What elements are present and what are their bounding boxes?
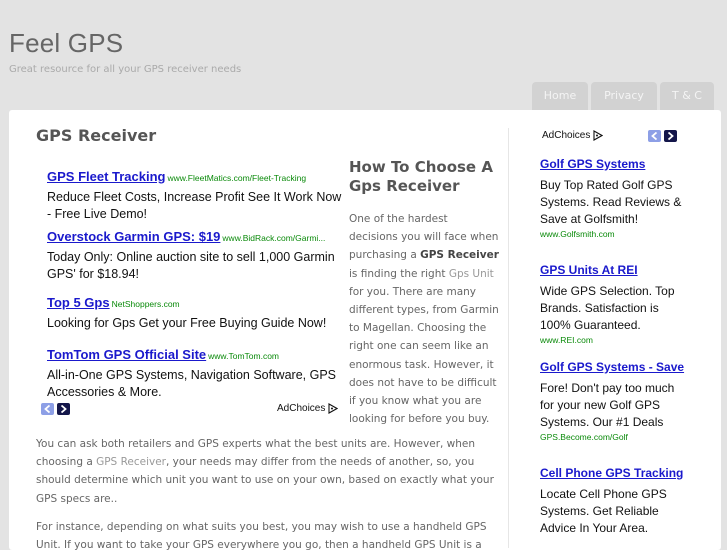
ad-next-button[interactable] xyxy=(57,403,70,415)
content-panel: GPS Receiver GPS Fleet Tracking www.Fleet… xyxy=(9,110,721,550)
post-title: GPS Receiver xyxy=(36,126,157,145)
sidebar-ad-url[interactable]: www.REI.com xyxy=(540,335,690,345)
sidebar-ad-text: Locate Cell Phone GPS Systems. Get Relia… xyxy=(540,487,667,535)
column-divider xyxy=(508,128,509,548)
gps-receiver-link[interactable]: GPS Receiver xyxy=(96,456,166,468)
chevron-left-icon xyxy=(651,132,658,140)
ad-item[interactable]: Top 5 Gps NetShoppers.com Looking for Gps… xyxy=(47,294,347,332)
nav-home[interactable]: Home xyxy=(532,82,588,110)
adchoices-label: AdChoices xyxy=(542,130,591,141)
sidebar-ad-text: Fore! Don't pay too much for your new Go… xyxy=(540,381,675,429)
ad-item[interactable]: Overstock Garmin GPS: $19 www.BidRack.com… xyxy=(47,228,347,283)
ad-title[interactable]: TomTom GPS Official Site xyxy=(47,347,206,362)
ad-text: Looking for Gps Get your Free Buying Gui… xyxy=(47,316,327,330)
keyword-bold: GPS Receiver xyxy=(420,249,499,262)
sidebar-ad-item[interactable]: GPS Units At REI Wide GPS Selection. Top… xyxy=(540,262,690,345)
article-side-heading: How To Choose A Gps Receiver xyxy=(349,158,493,195)
ad-text: Reduce Fleet Costs, Increase Profit See … xyxy=(47,190,342,221)
sidebar-ad-url[interactable]: GPS.Become.com/Golf xyxy=(540,432,690,442)
gps-unit-link[interactable]: Gps Unit xyxy=(449,268,494,280)
sidebar-ad-item[interactable]: Golf GPS Systems - Save Fore! Don't pay … xyxy=(540,359,690,442)
site-title[interactable]: Feel GPS xyxy=(9,28,123,59)
sidebar-ad-title[interactable]: Golf GPS Systems xyxy=(540,156,690,173)
adchoices-label: AdChoices xyxy=(277,403,326,414)
body-paragraph: For instance, depending on what suits yo… xyxy=(36,521,487,550)
ad-title[interactable]: GPS Fleet Tracking xyxy=(47,169,166,184)
sidebar-ad-title[interactable]: Golf GPS Systems - Save xyxy=(540,359,690,376)
ad-text: All-in-One GPS Systems, Navigation Softw… xyxy=(47,368,336,399)
adchoices-icon xyxy=(593,130,604,141)
article-side-text: One of the hardest decisions you will fa… xyxy=(349,213,499,426)
adchoices-link[interactable]: AdChoices xyxy=(277,403,339,414)
ad-url[interactable]: NetShoppers.com xyxy=(112,299,180,309)
ad-pager xyxy=(41,403,70,415)
sidebar-ad-url[interactable]: www.Golfsmith.com xyxy=(540,229,690,239)
body-paragraph: You can ask both retailers and GPS exper… xyxy=(36,438,494,505)
sidebar-ad-pager xyxy=(648,130,677,142)
sidebar-ad-title[interactable]: Cell Phone GPS Tracking xyxy=(540,465,690,482)
ad-title[interactable]: Top 5 Gps xyxy=(47,295,110,310)
ad-url[interactable]: www.BidRack.com/Garmi... xyxy=(222,233,325,243)
ad-block-main: GPS Fleet Tracking www.FleetMatics.com/Fl… xyxy=(41,158,341,420)
site-tagline: Great resource for all your GPS receiver… xyxy=(9,64,242,75)
nav-terms[interactable]: T & C xyxy=(660,82,714,110)
sidebar-ad-prev-button[interactable] xyxy=(648,130,661,142)
ad-item[interactable]: GPS Fleet Tracking www.FleetMatics.com/Fl… xyxy=(47,168,347,223)
sidebar-ad-title[interactable]: GPS Units At REI xyxy=(540,262,690,279)
ad-item[interactable]: TomTom GPS Official Site www.TomTom.com A… xyxy=(47,346,347,401)
chevron-right-icon xyxy=(60,405,67,413)
sidebar-ad-text: Buy Top Rated Golf GPS Systems. Read Rev… xyxy=(540,178,682,226)
ad-url[interactable]: www.TomTom.com xyxy=(208,351,279,361)
ad-url[interactable]: www.FleetMatics.com/Fleet-Tracking xyxy=(168,173,307,183)
chevron-right-icon xyxy=(667,132,674,140)
sidebar-ad-item[interactable]: Golf GPS Systems Buy Top Rated Golf GPS … xyxy=(540,156,690,239)
ad-prev-button[interactable] xyxy=(41,403,54,415)
nav-privacy[interactable]: Privacy xyxy=(591,82,657,110)
ad-title[interactable]: Overstock Garmin GPS: $19 xyxy=(47,229,220,244)
ad-text: Today Only: Online auction site to sell … xyxy=(47,250,335,281)
sidebar-ad-item[interactable]: Cell Phone GPS Tracking Locate Cell Phon… xyxy=(540,465,690,538)
sidebar-adchoices-link[interactable]: AdChoices xyxy=(542,130,604,141)
top-nav: Home Privacy T & C xyxy=(532,82,714,110)
sidebar-ad-next-button[interactable] xyxy=(664,130,677,142)
adchoices-icon xyxy=(328,403,339,414)
chevron-left-icon xyxy=(44,405,51,413)
sidebar-ad-text: Wide GPS Selection. Top Brands. Satisfac… xyxy=(540,284,675,332)
